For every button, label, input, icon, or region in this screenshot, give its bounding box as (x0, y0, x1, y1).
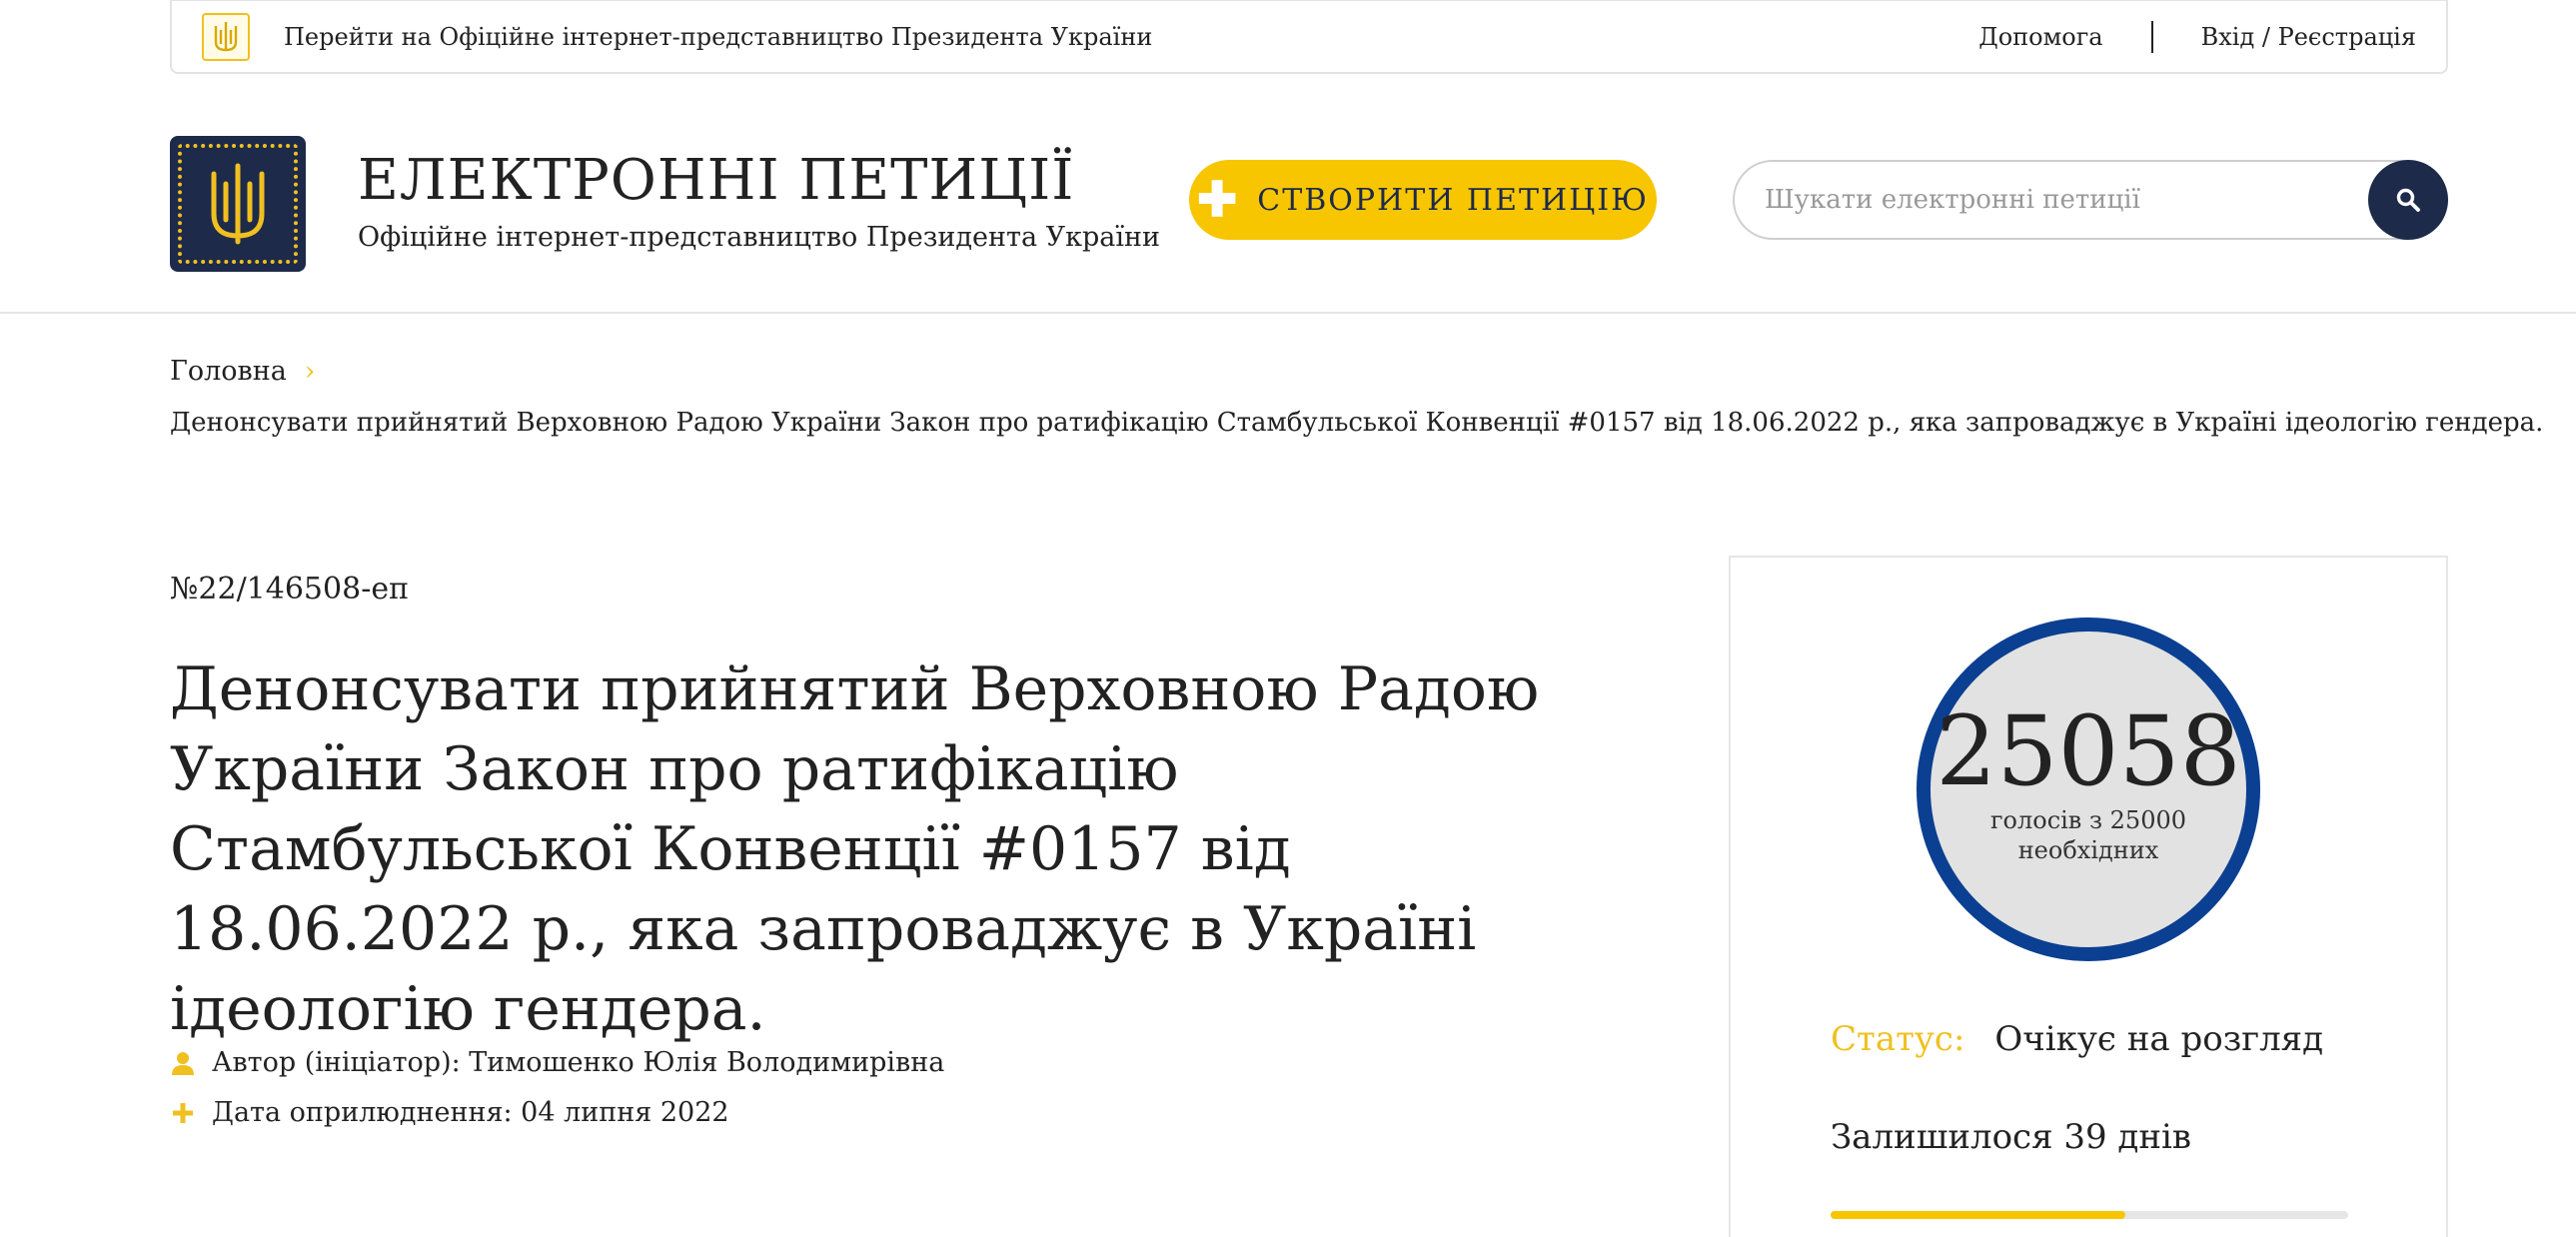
topbar-right: Допомога Вхід / Реєстрація (1978, 20, 2416, 53)
plus-icon (170, 1102, 196, 1124)
author-text: Автор (ініціатор): Тимошенко Юлія Володи… (212, 1047, 945, 1078)
top-bar: Перейти на Офіційне інтернет-представниц… (170, 0, 2448, 74)
emblem-frame (178, 144, 298, 264)
votes-panel: 25058 голосів з 25000 необхідних Статус:… (1729, 556, 2448, 1237)
trident-icon (211, 163, 265, 245)
create-petition-button[interactable]: ✚ СТВОРИТИ ПЕТИЦІЮ (1189, 160, 1657, 240)
petition-number: №22/146508-еп (170, 572, 410, 607)
progress-bar (1831, 1211, 2348, 1219)
breadcrumb: Головна › (170, 356, 315, 387)
search-box (1733, 160, 2448, 240)
trident-icon[interactable] (202, 12, 250, 61)
breadcrumb-current: Денонсувати прийнятий Верховною Радою Ук… (170, 408, 2544, 438)
status-label: Статус: (1831, 1019, 1965, 1059)
status-row: Статус: Очікує на розгляд (1831, 1019, 2323, 1059)
breadcrumb-home-link[interactable]: Головна (170, 356, 287, 387)
progress-fill (1831, 1211, 2126, 1219)
create-petition-label: СТВОРИТИ ПЕТИЦІЮ (1257, 182, 1649, 218)
search-button[interactable] (2368, 160, 2448, 240)
status-value: Очікує на розгляд (1994, 1019, 2324, 1059)
votes-count: 25058 (1935, 695, 2241, 807)
votes-needed: голосів з 25000 необхідних (1989, 806, 2187, 864)
petition-date: Дата оприлюднення: 04 липня 2022 (170, 1097, 729, 1128)
petition-title: Денонсувати прийнятий Верховною Радою Ук… (170, 654, 1540, 1044)
chevron-right-icon: › (304, 356, 316, 387)
search-input[interactable] (1765, 162, 2364, 238)
plus-icon: ✚ (1197, 172, 1240, 228)
president-site-link[interactable]: Перейти на Офіційне інтернет-представниц… (284, 23, 1152, 51)
user-icon (170, 1051, 196, 1075)
votes-circle: 25058 голосів з 25000 необхідних (1917, 618, 2260, 961)
search-icon (2396, 188, 2420, 212)
days-remaining: Залишилося 39 днів (1831, 1117, 2192, 1157)
site-header: ЕЛЕКТРОННІ ПЕТИЦІЇ Офіційне інтернет-пре… (0, 74, 2576, 314)
site-title: ЕЛЕКТРОННІ ПЕТИЦІЇ (358, 148, 1075, 213)
site-subtitle: Офіційне інтернет-представництво Президе… (358, 222, 1161, 253)
published-text: Дата оприлюднення: 04 липня 2022 (212, 1097, 729, 1128)
login-link[interactable]: Вхід / Реєстрація (2201, 23, 2416, 51)
help-link[interactable]: Допомога (1978, 23, 2102, 51)
coat-of-arms-logo[interactable] (170, 136, 306, 272)
divider (2150, 20, 2153, 53)
petition-author: Автор (ініціатор): Тимошенко Юлія Володи… (170, 1047, 944, 1078)
